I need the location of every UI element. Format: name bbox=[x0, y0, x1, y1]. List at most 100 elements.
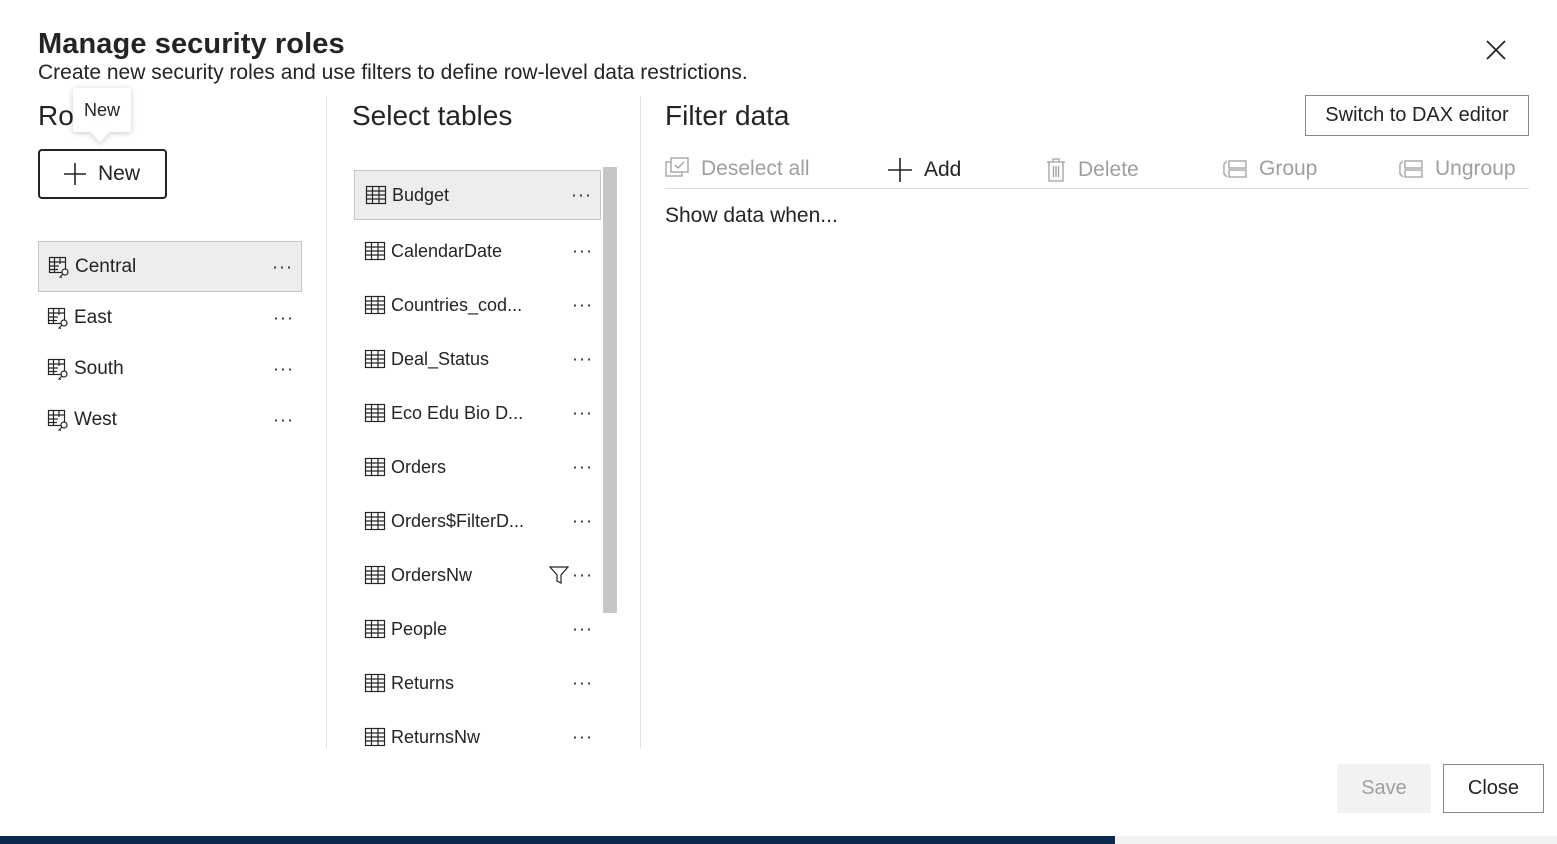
table-label: People bbox=[391, 618, 448, 639]
group-button[interactable]: Group bbox=[1222, 157, 1317, 181]
role-table-key-icon bbox=[47, 306, 71, 330]
role-more-options-button[interactable]: ··· bbox=[273, 358, 294, 379]
table-label: Countries_cod... bbox=[391, 294, 523, 315]
table-icon bbox=[364, 510, 386, 532]
table-more-options-button[interactable]: ··· bbox=[572, 241, 593, 262]
new-role-label: New bbox=[98, 162, 141, 185]
table-item[interactable]: People ··· bbox=[354, 602, 601, 656]
ungroup-button[interactable]: Ungroup bbox=[1398, 157, 1516, 181]
table-label: Orders bbox=[391, 456, 447, 477]
table-icon bbox=[364, 726, 386, 748]
table-icon bbox=[364, 348, 386, 370]
group-label: Group bbox=[1259, 157, 1318, 180]
table-label: Budget bbox=[392, 184, 450, 205]
role-list: Central ··· East ··· South ··· West ··· bbox=[38, 241, 302, 445]
role-item-central[interactable]: Central ··· bbox=[38, 241, 302, 292]
tables-scrollbar[interactable] bbox=[603, 167, 617, 613]
role-more-options-button[interactable]: ··· bbox=[273, 409, 294, 430]
dialog-title: Manage security roles bbox=[38, 28, 345, 60]
table-item[interactable]: ReturnsNw ··· bbox=[354, 710, 601, 764]
ungroup-label: Ungroup bbox=[1435, 157, 1516, 180]
switch-to-dax-editor-button[interactable]: Switch to DAX editor bbox=[1305, 95, 1529, 136]
table-label: ReturnsNw bbox=[391, 726, 481, 747]
deselect-all-label: Deselect all bbox=[701, 157, 810, 180]
table-label: Orders$FilterD... bbox=[391, 510, 525, 531]
role-label: Central bbox=[75, 255, 137, 277]
table-label: Eco Edu Bio D... bbox=[391, 402, 524, 423]
role-item-west[interactable]: West ··· bbox=[38, 394, 302, 445]
tables-heading: Select tables bbox=[352, 100, 513, 131]
table-more-options-button[interactable]: ··· bbox=[572, 349, 593, 370]
filter-heading: Filter data bbox=[665, 100, 790, 131]
background-app-strip bbox=[0, 836, 1115, 844]
table-item[interactable]: Deal_Status ··· bbox=[354, 332, 601, 386]
role-item-south[interactable]: South ··· bbox=[38, 343, 302, 394]
delete-filter-button[interactable]: Delete bbox=[1045, 157, 1139, 183]
save-button[interactable]: Save bbox=[1337, 764, 1431, 813]
role-table-key-icon bbox=[47, 408, 71, 432]
table-more-options-button[interactable]: ··· bbox=[572, 511, 593, 532]
table-more-options-button[interactable]: ··· bbox=[572, 673, 593, 694]
table-item[interactable]: Orders$FilterD... ··· bbox=[354, 494, 601, 548]
table-icon bbox=[364, 240, 386, 262]
add-filter-button[interactable]: Add bbox=[887, 157, 961, 183]
table-list: Budget ··· CalendarDate ··· Countries_cod...… bbox=[354, 170, 601, 764]
close-button[interactable]: Close bbox=[1443, 764, 1544, 813]
show-data-when-label: Show data when... bbox=[665, 204, 838, 227]
table-more-options-button[interactable]: ··· bbox=[572, 295, 593, 316]
plus-icon bbox=[887, 157, 913, 183]
table-item[interactable]: OrdersNw ··· bbox=[354, 548, 601, 602]
add-label: Add bbox=[924, 158, 962, 181]
table-item[interactable]: Budget ··· bbox=[354, 170, 601, 220]
table-item[interactable]: CalendarDate ··· bbox=[354, 224, 601, 278]
table-more-options-button[interactable]: ··· bbox=[572, 457, 593, 478]
deselect-all-button[interactable]: Deselect all bbox=[665, 157, 810, 181]
table-icon bbox=[364, 402, 386, 424]
close-icon bbox=[1485, 39, 1507, 61]
filter-applied-icon bbox=[549, 565, 569, 585]
table-item[interactable]: Returns ··· bbox=[354, 656, 601, 710]
manage-security-roles-dialog: Manage security roles Create new securit… bbox=[0, 0, 1557, 836]
filter-toolbar: Deselect all Add Delete Group Ungroup bbox=[665, 155, 1529, 189]
table-item[interactable]: Countries_cod... ··· bbox=[354, 278, 601, 332]
dialog-subtitle: Create new security roles and use filter… bbox=[38, 61, 748, 84]
table-more-options-button[interactable]: ··· bbox=[572, 403, 593, 424]
deselect-all-icon bbox=[665, 157, 690, 181]
table-icon bbox=[364, 672, 386, 694]
trash-icon bbox=[1045, 157, 1067, 183]
table-more-options-button[interactable]: ··· bbox=[572, 727, 593, 748]
group-icon bbox=[1222, 158, 1248, 180]
new-role-tooltip: New bbox=[73, 88, 132, 132]
plus-icon bbox=[62, 161, 88, 187]
column-divider bbox=[326, 96, 327, 748]
table-icon bbox=[364, 294, 386, 316]
role-table-key-icon bbox=[48, 255, 72, 279]
table-label: Deal_Status bbox=[391, 348, 490, 369]
role-label: South bbox=[74, 357, 124, 379]
table-more-options-button[interactable]: ··· bbox=[572, 565, 593, 586]
column-divider bbox=[640, 96, 641, 748]
new-role-button[interactable]: New bbox=[38, 149, 167, 199]
role-table-key-icon bbox=[47, 357, 71, 381]
table-label: CalendarDate bbox=[391, 240, 503, 261]
roles-heading: Ro bbox=[38, 100, 74, 131]
delete-label: Delete bbox=[1078, 158, 1139, 181]
table-icon bbox=[364, 564, 386, 586]
table-label: OrdersNw bbox=[391, 564, 473, 585]
close-dialog-button[interactable] bbox=[1478, 32, 1514, 68]
table-item[interactable]: Orders ··· bbox=[354, 440, 601, 494]
background-app-strip-right bbox=[1115, 836, 1557, 844]
role-label: West bbox=[74, 408, 117, 430]
table-more-options-button[interactable]: ··· bbox=[572, 619, 593, 640]
table-icon bbox=[364, 456, 386, 478]
role-label: East bbox=[74, 306, 113, 328]
role-item-east[interactable]: East ··· bbox=[38, 292, 302, 343]
role-more-options-button[interactable]: ··· bbox=[272, 256, 293, 277]
role-more-options-button[interactable]: ··· bbox=[273, 307, 294, 328]
table-label: Returns bbox=[391, 672, 455, 693]
ungroup-icon bbox=[1398, 158, 1424, 180]
table-icon bbox=[364, 618, 386, 640]
table-more-options-button[interactable]: ··· bbox=[571, 185, 592, 206]
table-icon bbox=[365, 184, 387, 206]
table-item[interactable]: Eco Edu Bio D... ··· bbox=[354, 386, 601, 440]
